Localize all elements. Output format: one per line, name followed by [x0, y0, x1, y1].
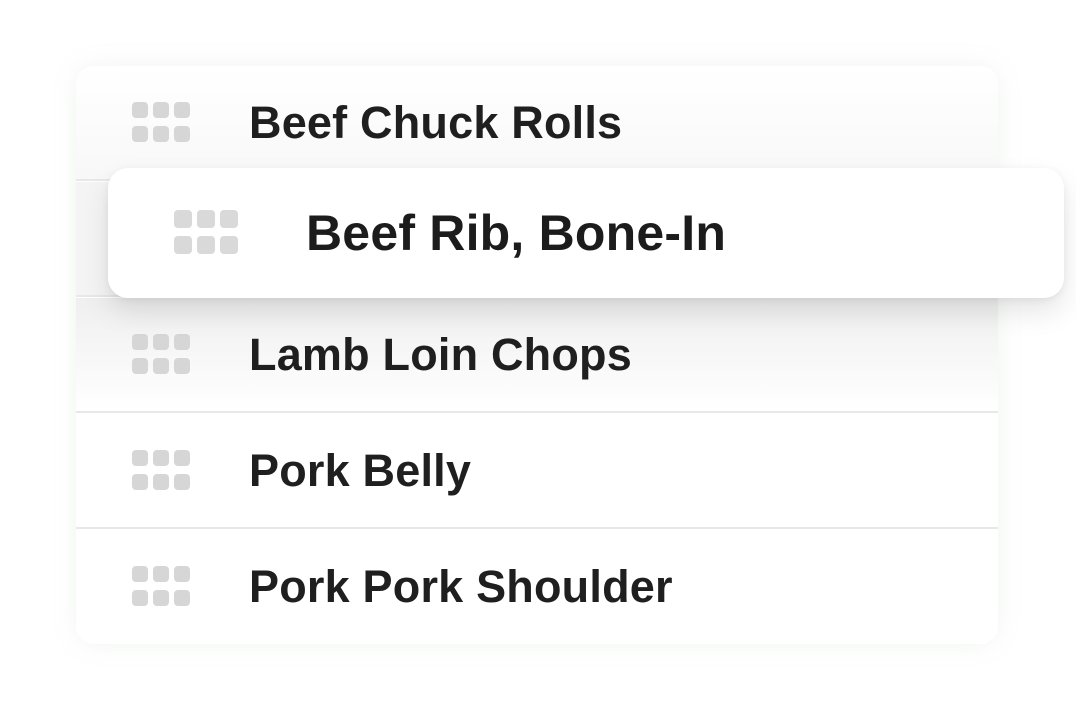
list-item[interactable]: Pork Belly	[76, 414, 998, 529]
dragging-item-label: Beef Rib, Bone-In	[306, 205, 727, 261]
drag-handle-icon[interactable]	[132, 566, 190, 608]
list-item-label: Pork Pork Shoulder	[249, 561, 673, 612]
drag-handle-icon[interactable]	[174, 210, 238, 256]
sortable-list-view: Beef Chuck Rolls Lamb Loin Chops Pork Be…	[0, 0, 1076, 708]
drag-handle-icon[interactable]	[132, 449, 190, 492]
drag-handle-icon[interactable]	[132, 101, 190, 144]
drag-handle-icon[interactable]	[132, 333, 190, 376]
list-item[interactable]: Lamb Loin Chops	[76, 298, 998, 413]
list-item-label: Lamb Loin Chops	[249, 328, 632, 380]
list-item[interactable]: Pork Pork Shoulder	[76, 530, 998, 644]
dragging-list-item[interactable]: Beef Rib, Bone-In	[108, 168, 1064, 298]
list-item-label: Beef Chuck Rolls	[249, 96, 623, 148]
sortable-list: Beef Chuck Rolls Lamb Loin Chops Pork Be…	[76, 66, 998, 644]
list-item[interactable]: Beef Chuck Rolls	[76, 66, 998, 181]
list-item-label: Pork Belly	[249, 444, 472, 496]
